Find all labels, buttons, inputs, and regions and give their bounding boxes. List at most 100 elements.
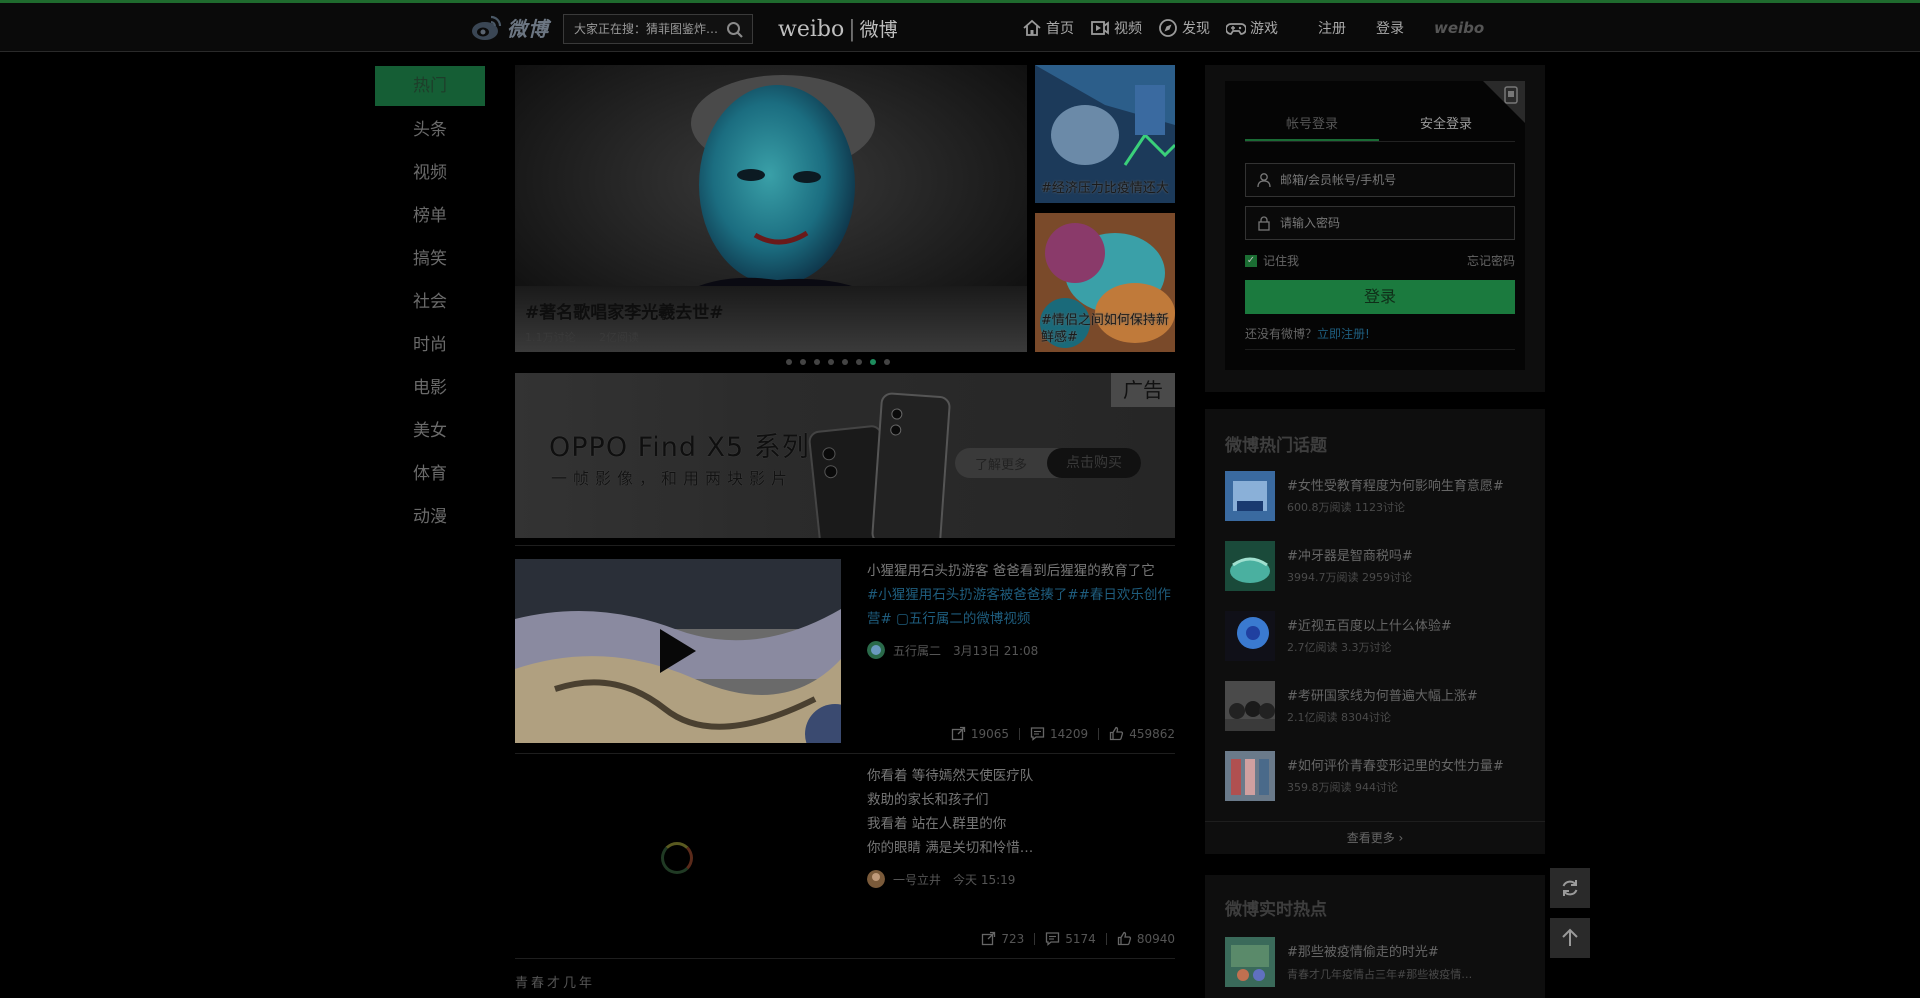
carousel-dot[interactable] <box>800 359 806 365</box>
sidebar-item[interactable]: 头条 <box>375 109 485 152</box>
topic-thumbnail <box>1225 611 1275 661</box>
comment-icon <box>1030 727 1045 741</box>
hot-topic-item[interactable]: #如何评价青春变形记里的女性力量# 359.8万阅读 944讨论 <box>1225 751 1535 803</box>
ad-learn-more-button[interactable]: 了解更多 <box>975 454 1027 473</box>
feed-video-1[interactable] <box>515 559 841 743</box>
carousel-dot[interactable] <box>856 359 862 365</box>
back-to-top-button[interactable] <box>1550 918 1590 958</box>
nav-game[interactable]: 游戏 <box>1226 18 1278 38</box>
comment-icon <box>1046 932 1060 946</box>
sidebar-item[interactable]: 美女 <box>375 410 485 453</box>
search-icon[interactable] <box>726 21 744 39</box>
topic-thumbnail <box>1225 471 1275 521</box>
username-field-wrap <box>1245 163 1515 197</box>
sidebar-item[interactable]: 体育 <box>375 453 485 496</box>
topic-name: #冲牙器是智商税吗# <box>1287 549 1413 564</box>
share-button[interactable]: 723 <box>981 931 1024 946</box>
divider <box>515 753 1175 754</box>
ad-subtitle: 一帧影像，和用两块影片 <box>551 469 794 488</box>
feed-text-2[interactable]: 你看着 等待嫣然天使医疗队 救助的家长和孩子们 我看着 站在人群里的你 你的眼睛… <box>867 764 1175 860</box>
sidebar-item[interactable]: 视频 <box>375 152 485 195</box>
comment-count: 5174 <box>1065 931 1096 946</box>
hot-topic-item[interactable]: #女性受教育程度为何影响生育意愿# 600.8万阅读 1123讨论 <box>1225 471 1535 523</box>
like-button[interactable]: 80940 <box>1117 931 1175 946</box>
remember-checkbox[interactable]: ✓ <box>1245 254 1257 267</box>
carousel-dot[interactable] <box>828 359 834 365</box>
weibo-brand[interactable]: weibo | 微博 <box>778 15 898 42</box>
stat-divider <box>1019 727 1020 740</box>
topic-thumbnail <box>1225 751 1275 801</box>
topic-stat: 2.7亿阅读 3.3万讨论 <box>1287 641 1392 654</box>
tab-account-login[interactable]: 帐号登录 <box>1245 113 1379 142</box>
hot-topic-item[interactable]: #近视五百度以上什么体验# 2.7亿阅读 3.3万讨论 <box>1225 611 1535 663</box>
realtime-thumbnail <box>1225 937 1275 987</box>
sidebar-item[interactable]: 时尚 <box>375 324 485 367</box>
sidebar-item[interactable]: 榜单 <box>375 195 485 238</box>
hero-reads: 2亿阅读 <box>599 331 639 344</box>
tab-secure-login[interactable]: 安全登录 <box>1379 113 1513 142</box>
brand-cn: 微博 <box>859 19 898 41</box>
comment-button[interactable]: 5174 <box>1045 931 1096 946</box>
logo-text: 微博 <box>507 17 549 41</box>
like-count: 80940 <box>1136 931 1175 946</box>
stat-divider <box>1098 727 1100 740</box>
register-link[interactable]: 注册 <box>1318 18 1346 38</box>
nav-home[interactable]: 首页 <box>1022 18 1074 38</box>
feed-user-2[interactable]: 一号立井 今天 15:19 <box>867 870 1015 888</box>
sidebar-item[interactable]: 动漫 <box>375 496 485 539</box>
topic-name: #如何评价青春变形记里的女性力量# <box>1287 759 1504 774</box>
section-title: 青春才几年 <box>515 976 596 991</box>
hot-topic-item[interactable]: #考研国家线为何普遍大幅上涨# 2.1亿阅读 8304讨论 <box>1225 681 1535 733</box>
feed-text-2-line: 救助的家长和孩子们 <box>867 792 989 808</box>
carousel-dot[interactable] <box>786 359 792 365</box>
remember-me[interactable]: ✓ 记住我 <box>1245 252 1299 269</box>
username-input[interactable] <box>1280 173 1500 187</box>
like-button[interactable]: 459862 <box>1109 726 1175 741</box>
carousel-thumb-1[interactable]: #经济压力比疫情还大 <box>1035 65 1175 203</box>
ad-buttons: 了解更多 点击购买 <box>955 448 1141 478</box>
sidebar-item[interactable]: 搞笑 <box>375 238 485 281</box>
share-button[interactable]: 19065 <box>951 726 1009 741</box>
nav-video[interactable]: 视频 <box>1090 18 1142 38</box>
view-more-link[interactable]: 查看更多 › <box>1205 829 1545 846</box>
weibo-mini-logo[interactable]: weibo <box>1434 19 1484 37</box>
sidebar-item[interactable]: 社会 <box>375 281 485 324</box>
login-button[interactable]: 登录 <box>1245 280 1515 314</box>
carousel-dot[interactable] <box>870 359 876 365</box>
search-input[interactable] <box>574 22 722 36</box>
nav-video-label: 视频 <box>1114 21 1142 37</box>
sidebar-item[interactable]: 热门 <box>375 66 485 106</box>
feed-text-1[interactable]: 小猩猩用石头扔游客 爸爸看到后猩猩的教育了它 #小猩猩用石头扔游客被爸爸揍了##… <box>867 559 1175 631</box>
carousel-thumb-2[interactable]: #情侣之间如何保持新鲜感# <box>1035 213 1175 352</box>
carousel-dot[interactable] <box>842 359 848 365</box>
sidebar-item[interactable]: 电影 <box>375 367 485 410</box>
refresh-button[interactable] <box>1550 868 1590 908</box>
nav-discover[interactable]: 发现 <box>1158 18 1210 38</box>
compass-icon <box>1159 19 1177 37</box>
register-now-link[interactable]: 立即注册! <box>1317 327 1370 341</box>
hero-title[interactable]: #著名歌唱家李光羲去世# <box>525 298 1017 323</box>
realtime-item-name[interactable]: #那些被疫情偷走的时光# <box>1287 941 1439 960</box>
video-icon <box>1091 21 1109 35</box>
login-box: 帐号登录 安全登录 ✓ 记住我 忘记密码 登录 还没有微博？立即注册! <box>1225 81 1525 370</box>
hero-carousel[interactable]: #著名歌唱家李光羲去世# 1.1万讨论 2亿阅读 <box>515 65 1027 352</box>
like-count: 459862 <box>1129 726 1175 741</box>
comment-button[interactable]: 14209 <box>1030 726 1088 741</box>
ad-banner[interactable]: 广告 OPPO Find X5 系列 一帧影像，和用两块影片 了解更多 点击购买 <box>515 373 1175 538</box>
feed-stats-1: 19065 14209 459862 <box>951 726 1175 741</box>
weibo-logo[interactable]: 微博 <box>469 13 549 42</box>
hot-topic-item[interactable]: #冲牙器是智商税吗# 3994.7万阅读 2959讨论 <box>1225 541 1535 593</box>
carousel-dot[interactable] <box>884 359 890 365</box>
feed-text-2-line: 你的眼睛 满是关切和怜惜… <box>867 840 1034 856</box>
forgot-password-link[interactable]: 忘记密码 <box>1467 252 1515 269</box>
ad-buy-button[interactable]: 点击购买 <box>1047 448 1141 478</box>
carousel-dot[interactable] <box>814 359 820 365</box>
password-input[interactable] <box>1280 216 1500 230</box>
feed-text-1-body: 小猩猩用石头扔游客 爸爸看到后猩猩的教育了它 <box>867 563 1155 579</box>
login-link[interactable]: 登录 <box>1376 18 1404 38</box>
feed-text-1-tags[interactable]: #小猩猩用石头扔游客被爸爸揍了##春日欢乐创作营# ▢五行属二的微博视频 <box>867 583 1175 631</box>
feed-user-2-name: 一号立井 <box>893 872 942 887</box>
share-count: 19065 <box>970 726 1009 741</box>
play-icon[interactable] <box>660 629 696 673</box>
feed-user-1[interactable]: 五行属二 3月13日 21:08 <box>867 641 1038 659</box>
